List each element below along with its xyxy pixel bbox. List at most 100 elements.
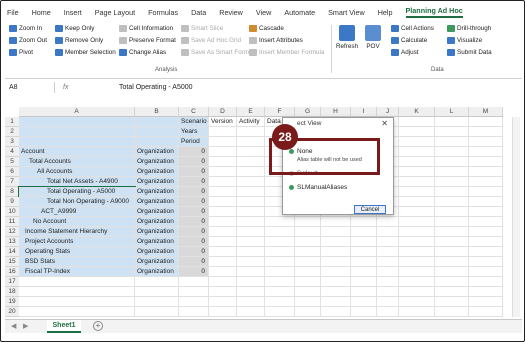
grid-cell[interactable] bbox=[377, 287, 399, 297]
column-header-f[interactable]: F bbox=[265, 107, 295, 117]
grid-cell[interactable] bbox=[321, 287, 351, 297]
grid-cell[interactable] bbox=[179, 297, 209, 307]
grid-cell[interactable] bbox=[435, 227, 469, 237]
add-sheet-icon[interactable]: + bbox=[93, 321, 103, 331]
pov-button[interactable]: POV bbox=[361, 25, 385, 50]
grid-cell[interactable] bbox=[469, 277, 503, 287]
grid-cell[interactable] bbox=[321, 237, 351, 247]
grid-cell[interactable] bbox=[135, 307, 179, 317]
grid-cell[interactable] bbox=[469, 297, 503, 307]
grid-cell[interactable] bbox=[179, 307, 209, 317]
grid-cell[interactable] bbox=[399, 217, 435, 227]
grid-cell[interactable] bbox=[135, 297, 179, 307]
grid-cell[interactable]: 0 bbox=[179, 257, 209, 267]
row-header[interactable]: 2 bbox=[5, 127, 19, 137]
grid-cell[interactable] bbox=[135, 137, 179, 147]
fx-icon[interactable]: fx bbox=[55, 84, 113, 91]
row-header[interactable]: 17 bbox=[5, 277, 19, 287]
grid-cell[interactable] bbox=[399, 137, 435, 147]
grid-cell[interactable] bbox=[135, 117, 179, 127]
name-box[interactable]: A8 bbox=[5, 81, 55, 93]
vertical-scrollbar[interactable] bbox=[512, 117, 520, 317]
grid-cell[interactable]: Organization bbox=[135, 187, 179, 197]
grid-cell[interactable] bbox=[435, 187, 469, 197]
grid-cell[interactable] bbox=[19, 277, 135, 287]
grid-cell[interactable] bbox=[377, 297, 399, 307]
grid-cell[interactable] bbox=[435, 217, 469, 227]
row-header[interactable]: 3 bbox=[5, 137, 19, 147]
option-slmanualaliases[interactable]: SLManualAliases bbox=[289, 184, 347, 191]
column-header-h[interactable]: H bbox=[321, 107, 351, 117]
grid-cell[interactable] bbox=[19, 137, 135, 147]
grid-cell[interactable] bbox=[295, 257, 321, 267]
grid-cell[interactable] bbox=[265, 217, 295, 227]
grid-cell[interactable] bbox=[321, 297, 351, 307]
grid-cell[interactable] bbox=[321, 257, 351, 267]
row-header[interactable]: 18 bbox=[5, 287, 19, 297]
tab-planning-ad-hoc[interactable]: Planning Ad Hoc bbox=[405, 6, 463, 18]
grid-cell[interactable] bbox=[377, 307, 399, 317]
grid-cell[interactable] bbox=[469, 127, 503, 137]
grid-cell[interactable] bbox=[469, 217, 503, 227]
grid-cell[interactable]: BSD Stats bbox=[19, 257, 135, 267]
grid-cell[interactable]: Scenario bbox=[179, 117, 209, 127]
grid-cell[interactable] bbox=[295, 277, 321, 287]
grid-cell[interactable] bbox=[321, 277, 351, 287]
grid-cell[interactable]: Total Operating - A5000 bbox=[18, 186, 136, 198]
grid-cell[interactable] bbox=[399, 177, 435, 187]
grid-cell[interactable] bbox=[377, 247, 399, 257]
grid-cell[interactable] bbox=[435, 287, 469, 297]
grid-cell[interactable] bbox=[265, 227, 295, 237]
grid-cell[interactable]: Organization bbox=[135, 167, 179, 177]
sheet-prev-icon[interactable]: ◀ bbox=[11, 322, 16, 330]
grid-cell[interactable] bbox=[399, 227, 435, 237]
grid-cell[interactable]: Operating Stats bbox=[19, 247, 135, 257]
grid-cell[interactable]: Organization bbox=[135, 227, 179, 237]
grid-cell[interactable] bbox=[209, 167, 237, 177]
grid-cell[interactable] bbox=[399, 197, 435, 207]
grid-cell[interactable] bbox=[377, 267, 399, 277]
grid-cell[interactable]: 0 bbox=[179, 157, 209, 167]
insert-member-formula-button[interactable]: Insert Member Formula bbox=[249, 47, 324, 58]
grid-cell[interactable]: 0 bbox=[179, 147, 209, 157]
tab-insert[interactable]: Insert bbox=[64, 8, 82, 17]
grid-cell[interactable] bbox=[435, 237, 469, 247]
grid-cell[interactable] bbox=[237, 227, 265, 237]
grid-cell[interactable] bbox=[399, 187, 435, 197]
change-alias-button[interactable]: Change Alias bbox=[119, 47, 176, 58]
grid-cell[interactable] bbox=[435, 297, 469, 307]
grid-cell[interactable] bbox=[209, 307, 237, 317]
grid-cell[interactable]: Organization bbox=[135, 147, 179, 157]
grid-cell[interactable] bbox=[351, 217, 377, 227]
cell-information-button[interactable]: Cell Information bbox=[119, 23, 176, 34]
grid-cell[interactable] bbox=[295, 267, 321, 277]
cascade-button[interactable]: Cascade bbox=[249, 23, 324, 34]
row-header[interactable]: 11 bbox=[5, 217, 19, 227]
row-header[interactable]: 1 bbox=[5, 117, 19, 127]
grid-cell[interactable] bbox=[209, 267, 237, 277]
column-header-j[interactable]: J bbox=[377, 107, 399, 117]
column-header-i[interactable]: I bbox=[351, 107, 377, 117]
grid-cell[interactable] bbox=[295, 227, 321, 237]
sheet-tab-sheet1[interactable]: Sheet1 bbox=[47, 320, 81, 333]
grid-cell[interactable] bbox=[435, 127, 469, 137]
grid-cell[interactable] bbox=[469, 257, 503, 267]
tab-file[interactable]: File bbox=[7, 8, 19, 17]
grid-cell[interactable] bbox=[295, 297, 321, 307]
grid-cell[interactable] bbox=[469, 147, 503, 157]
refresh-button[interactable]: Refresh bbox=[335, 25, 359, 50]
grid-cell[interactable] bbox=[237, 207, 265, 217]
grid-cell[interactable] bbox=[209, 227, 237, 237]
grid-cell[interactable] bbox=[469, 117, 503, 127]
grid-cell[interactable]: Account bbox=[19, 147, 135, 157]
grid-cell[interactable] bbox=[469, 187, 503, 197]
grid-cell[interactable] bbox=[435, 277, 469, 287]
grid-cell[interactable] bbox=[351, 297, 377, 307]
row-header[interactable]: 7 bbox=[5, 177, 19, 187]
row-header[interactable]: 14 bbox=[5, 247, 19, 257]
save-as-smart-form-button[interactable]: Save As Smart Form bbox=[181, 47, 249, 58]
grid-cell[interactable] bbox=[295, 287, 321, 297]
grid-cell[interactable] bbox=[399, 267, 435, 277]
grid-cell[interactable] bbox=[135, 277, 179, 287]
grid-cell[interactable] bbox=[19, 287, 135, 297]
